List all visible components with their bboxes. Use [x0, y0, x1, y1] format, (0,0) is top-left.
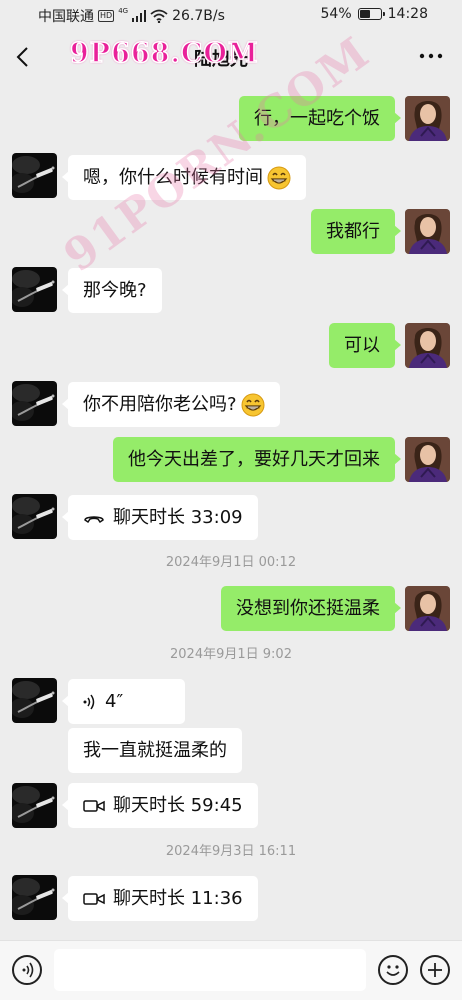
- voice-call-record[interactable]: 聊天时长 33:09: [62, 495, 258, 540]
- battery-icon: [357, 8, 385, 20]
- message-text: 嗯，你什么时候有时间: [83, 167, 263, 188]
- my-avatar[interactable]: [405, 209, 450, 254]
- my-avatar[interactable]: [405, 586, 450, 631]
- phone-hangup-icon: [84, 516, 104, 524]
- grinning-face-icon: [267, 166, 291, 190]
- chevron-left-icon: [16, 47, 28, 67]
- video-call-record[interactable]: 聊天时长 11:36: [62, 876, 258, 921]
- signal-icon: [132, 10, 147, 22]
- peer-avatar[interactable]: [12, 267, 57, 312]
- peer-avatar[interactable]: [12, 875, 57, 920]
- peer-avatar[interactable]: [12, 678, 57, 723]
- clock: 14:28: [387, 6, 428, 22]
- my-avatar[interactable]: [405, 323, 450, 368]
- more-dots-icon: [419, 53, 443, 59]
- plus-icon: [428, 963, 442, 977]
- more-button[interactable]: [414, 44, 448, 68]
- peer-avatar[interactable]: [12, 381, 57, 426]
- message-input[interactable]: [54, 949, 366, 991]
- call-duration: 聊天时长 11:36: [113, 888, 243, 909]
- video-camera-icon: [83, 800, 105, 812]
- message-text: 你不用陪你老公吗?: [83, 394, 237, 415]
- status-bar-left: 中国联通 HD 4G 26.7B/s: [38, 6, 225, 26]
- wifi-icon: [150, 9, 168, 23]
- network-type-badge: 4G: [118, 7, 129, 15]
- timestamp: 2024年9月3日 16:11: [165, 844, 297, 859]
- network-speed: 26.7B/s: [172, 8, 225, 24]
- video-camera-icon: [83, 893, 105, 905]
- emoji-button[interactable]: [378, 955, 408, 985]
- message-bubble-peer[interactable]: 嗯，你什么时候有时间: [62, 155, 306, 200]
- watermark-top: 9P668.COM: [69, 37, 259, 70]
- my-avatar[interactable]: [405, 96, 450, 141]
- voice-message[interactable]: 4″: [62, 679, 185, 724]
- message-bubble-me[interactable]: 我都行: [311, 209, 401, 254]
- peer-avatar[interactable]: [12, 153, 57, 198]
- message-bubble-peer[interactable]: 你不用陪你老公吗?: [62, 382, 280, 427]
- call-duration: 聊天时长 33:09: [113, 507, 243, 528]
- message-bubble-me[interactable]: 行，一起吃个饭: [239, 96, 401, 141]
- input-bar: [0, 940, 462, 1000]
- battery-percent: 54%: [320, 6, 352, 22]
- video-call-record[interactable]: 聊天时长 59:45: [62, 783, 258, 828]
- peer-avatar[interactable]: [12, 494, 57, 539]
- carrier-label: 中国联通: [38, 9, 94, 25]
- message-bubble-me[interactable]: 没想到你还挺温柔: [221, 586, 401, 631]
- message-bubble-me[interactable]: 他今天出差了，要好几天才回来: [113, 437, 401, 482]
- hd-badge: HD: [98, 10, 115, 22]
- message-bubble-peer[interactable]: 我一直就挺温柔的: [68, 728, 242, 773]
- message-bubble-peer[interactable]: 那今晚?: [62, 268, 162, 313]
- my-avatar[interactable]: [405, 437, 450, 482]
- timestamp: 2024年9月1日 00:12: [165, 555, 297, 570]
- emoji-icon: [386, 965, 400, 976]
- peer-avatar[interactable]: [12, 783, 57, 828]
- voice-duration: 4″: [105, 691, 124, 712]
- status-bar-right: 54% 14:28: [321, 6, 428, 22]
- voice-input-icon: [22, 962, 34, 978]
- voice-wave-icon: [83, 694, 95, 710]
- back-button[interactable]: [8, 40, 38, 74]
- timestamp: 2024年9月1日 9:02: [170, 647, 292, 662]
- add-button[interactable]: [420, 955, 450, 985]
- status-bar: 中国联通 HD 4G 26.7B/s 54% 14:28: [0, 0, 462, 30]
- call-duration: 聊天时长 59:45: [113, 795, 243, 816]
- voice-input-button[interactable]: [12, 955, 42, 985]
- message-bubble-me[interactable]: 可以: [329, 323, 401, 368]
- grinning-face-icon: [240, 393, 265, 417]
